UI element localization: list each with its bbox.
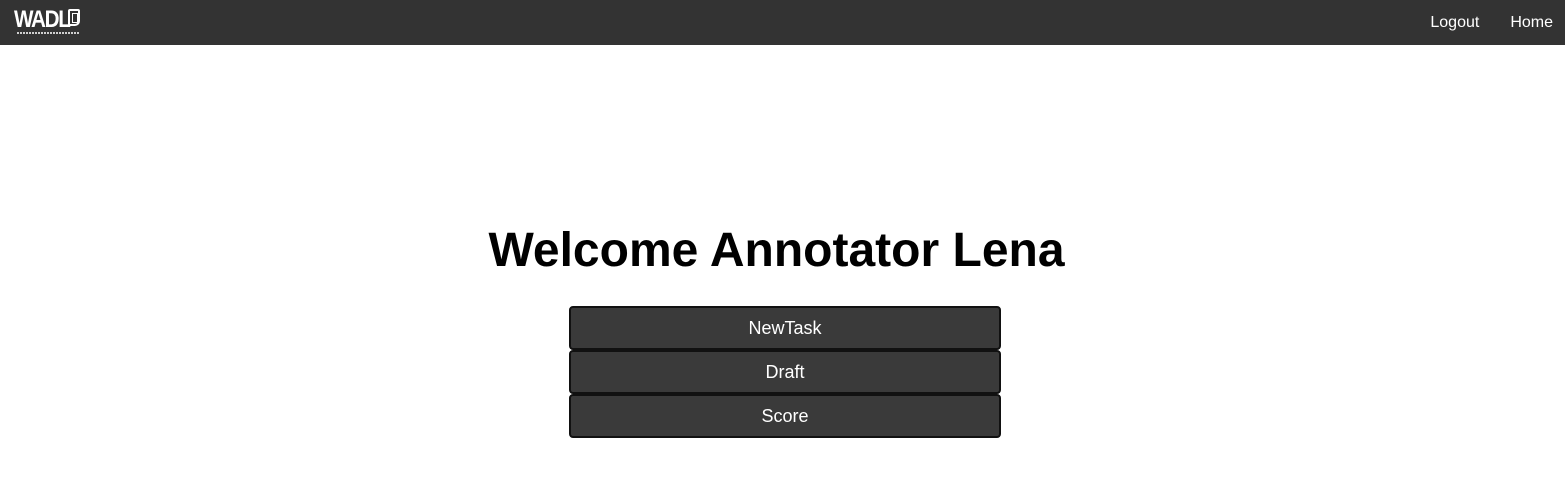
logo-tagline-icon (17, 32, 79, 34)
nav-links: Logout Home (1399, 0, 1553, 45)
logo-text: WADL (14, 6, 71, 33)
score-button[interactable]: Score (569, 394, 1001, 438)
welcome-title: Welcome Annotator Lena (488, 224, 1065, 277)
top-navbar: WADL Logout Home (0, 0, 1565, 45)
logo-badge-icon (68, 9, 80, 26)
action-buttons: NewTask Draft Score (569, 306, 1001, 438)
logout-link[interactable]: Logout (1430, 0, 1479, 45)
wadl-logo[interactable]: WADL (14, 6, 84, 38)
new-task-button[interactable]: NewTask (569, 306, 1001, 350)
draft-button[interactable]: Draft (569, 350, 1001, 394)
home-link[interactable]: Home (1510, 0, 1553, 45)
